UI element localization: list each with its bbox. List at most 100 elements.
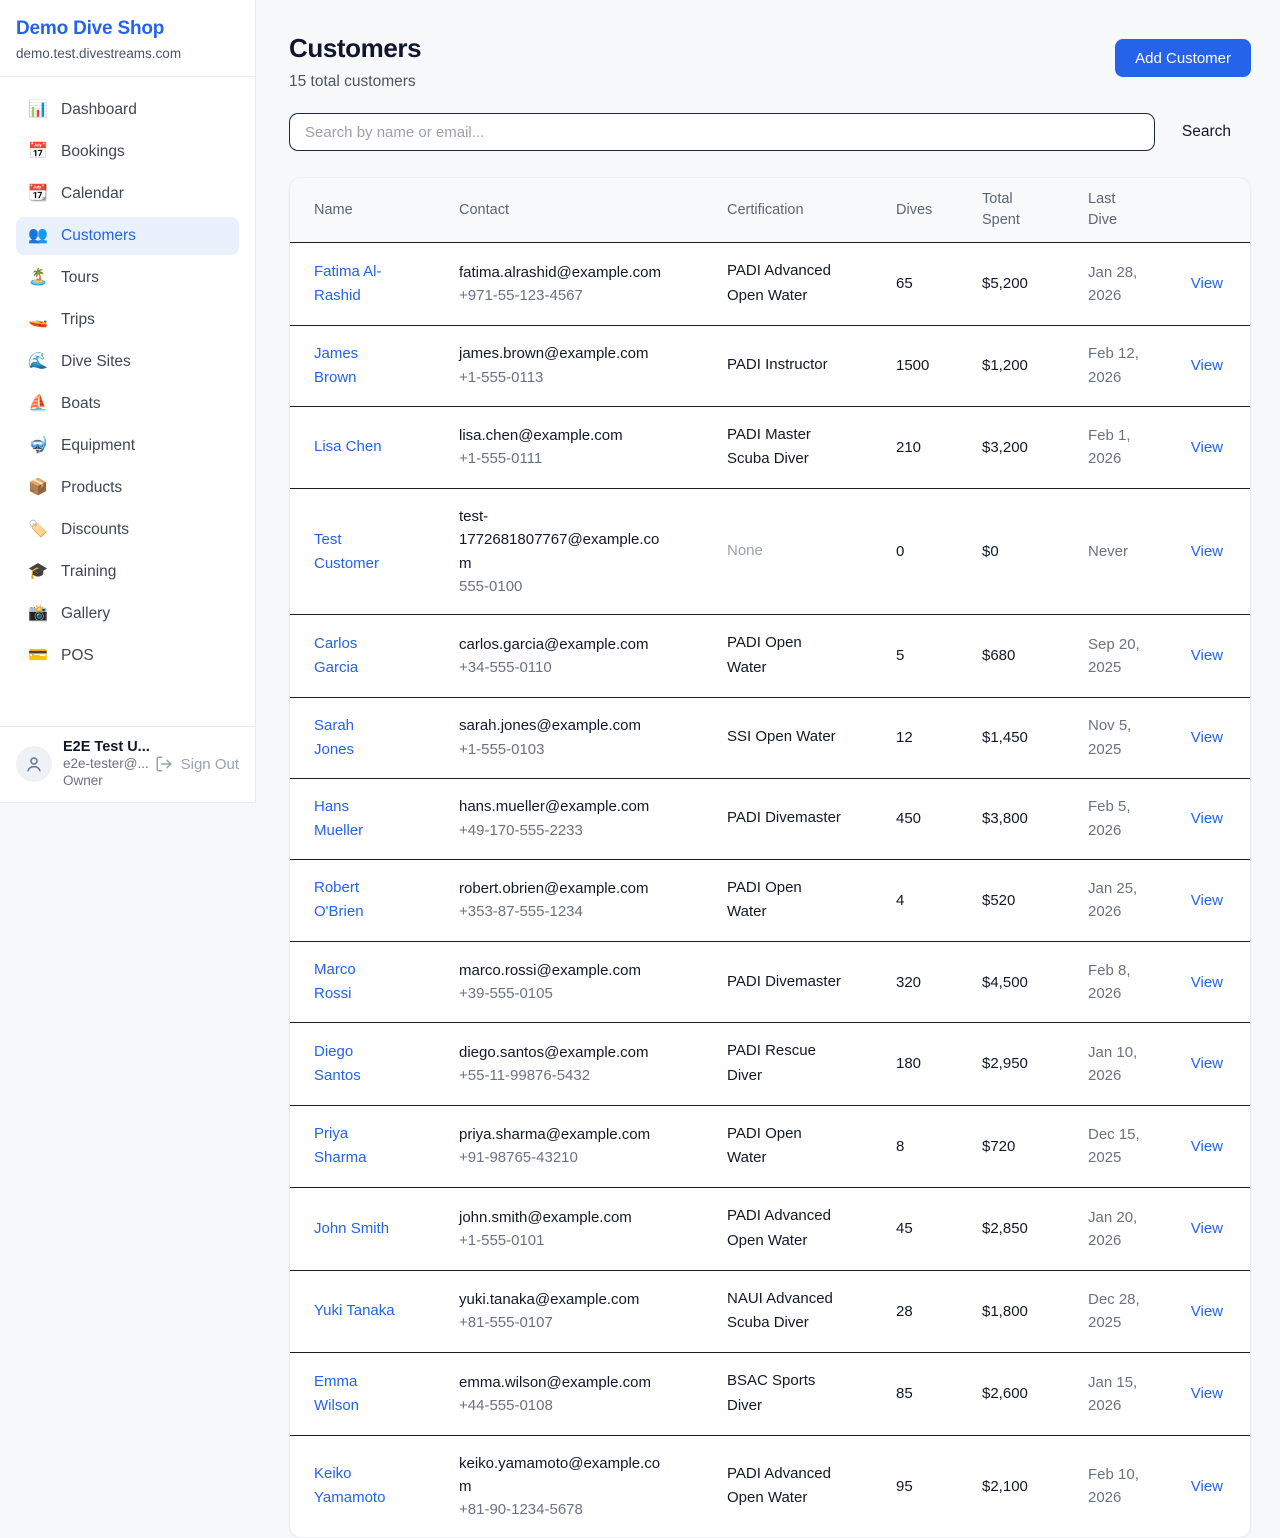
customer-dives: 28 [896, 1270, 982, 1353]
sidebar-item-label: Dive Sites [61, 353, 131, 371]
avatar [16, 746, 52, 782]
customer-email: lisa.chen@example.com [459, 424, 667, 447]
customer-certification: PADI Open Water [727, 1122, 843, 1172]
customer-email: keiko.yamamoto@example.com [459, 1452, 667, 1499]
customer-phone: +1-555-0111 [459, 447, 715, 470]
customer-name-link[interactable]: Lisa Chen [314, 435, 382, 459]
customer-name-link[interactable]: Sarah Jones [314, 714, 396, 762]
page-title: Customers [289, 33, 421, 64]
customer-name-link[interactable]: Keiko Yamamoto [314, 1462, 396, 1510]
view-customer-link[interactable]: View [1191, 1478, 1223, 1495]
users-icon: 👥 [28, 228, 48, 244]
view-customer-link[interactable]: View [1191, 275, 1223, 292]
page-title-block: Customers 15 total customers [289, 33, 421, 91]
customer-last-dive: Sep 20, 2025 [1088, 633, 1144, 680]
customer-email: marco.rossi@example.com [459, 959, 667, 982]
search-input[interactable] [289, 113, 1155, 151]
column-header [1181, 178, 1250, 243]
sidebar-item-label: Discounts [61, 521, 129, 539]
customer-name-link[interactable]: Carlos Garcia [314, 632, 396, 680]
sidebar-item-training[interactable]: 🎓 Training [16, 553, 239, 591]
sidebar-item-boats[interactable]: ⛵ Boats [16, 385, 239, 423]
user-icon [25, 755, 43, 773]
customer-name-link[interactable]: Yuki Tanaka [314, 1299, 395, 1323]
customer-row: Diego Santos diego.santos@example.com +5… [290, 1023, 1250, 1106]
view-customer-link[interactable]: View [1191, 1385, 1223, 1402]
customer-name-link[interactable]: James Brown [314, 342, 396, 390]
view-customer-link[interactable]: View [1191, 1303, 1223, 1320]
sidebar-item-calendar[interactable]: 📆 Calendar [16, 175, 239, 213]
sidebar-item-label: Boats [61, 395, 101, 413]
label-tag-icon: 🏷️ [28, 522, 48, 538]
customer-name-link[interactable]: Diego Santos [314, 1040, 396, 1088]
view-customer-link[interactable]: View [1191, 1138, 1223, 1155]
customer-phone: 555-0100 [459, 575, 715, 598]
sidebar-nav: 📊 Dashboard 📅 Bookings 📆 Calendar 👥 Cust… [0, 77, 255, 687]
customer-last-dive: Feb 12, 2026 [1088, 342, 1144, 389]
view-customer-link[interactable]: View [1191, 1055, 1223, 1072]
customer-name-link[interactable]: Test Customer [314, 528, 396, 576]
sidebar-item-trips[interactable]: 🚤 Trips [16, 301, 239, 339]
view-customer-link[interactable]: View [1191, 439, 1223, 456]
customer-name-link[interactable]: Priya Sharma [314, 1122, 396, 1170]
customer-name-link[interactable]: Hans Mueller [314, 795, 396, 843]
view-customer-link[interactable]: View [1191, 810, 1223, 827]
sidebar-item-label: Trips [61, 311, 95, 329]
sidebar-item-dashboard[interactable]: 📊 Dashboard [16, 91, 239, 129]
customer-name-link[interactable]: Emma Wilson [314, 1370, 396, 1418]
customer-count: 15 total customers [289, 73, 421, 91]
view-customer-link[interactable]: View [1191, 974, 1223, 991]
sidebar-item-customers[interactable]: 👥 Customers [16, 217, 239, 255]
customers-table: NameContactCertificationDivesTotal Spent… [290, 178, 1250, 1537]
view-customer-link[interactable]: View [1191, 892, 1223, 909]
view-customer-link[interactable]: View [1191, 647, 1223, 664]
add-customer-button[interactable]: Add Customer [1115, 39, 1251, 77]
customer-phone: +39-555-0105 [459, 982, 715, 1005]
customer-certification: PADI Divemaster [727, 806, 841, 831]
table-header-row: NameContactCertificationDivesTotal Spent… [290, 178, 1250, 243]
camera-flash-icon: 📸 [28, 606, 48, 622]
view-customer-link[interactable]: View [1191, 1220, 1223, 1237]
customer-total-spent: $520 [982, 859, 1088, 942]
customer-phone: +1-555-0113 [459, 366, 715, 389]
customer-certification: SSI Open Water [727, 725, 836, 750]
sidebar-item-dive-sites[interactable]: 🌊 Dive Sites [16, 343, 239, 381]
customer-total-spent: $3,200 [982, 406, 1088, 489]
customer-total-spent: $720 [982, 1105, 1088, 1188]
view-customer-link[interactable]: View [1191, 729, 1223, 746]
customer-dives: 210 [896, 406, 982, 489]
customer-dives: 8 [896, 1105, 982, 1188]
customer-last-dive: Jan 28, 2026 [1088, 261, 1144, 308]
user-role: Owner [63, 772, 144, 790]
customer-certification: PADI Advanced Open Water [727, 1462, 843, 1512]
customer-row: James Brown james.brown@example.com +1-5… [290, 325, 1250, 406]
brand-name[interactable]: Demo Dive Shop [16, 18, 239, 40]
sidebar-item-label: POS [61, 647, 94, 665]
customer-total-spent: $2,850 [982, 1188, 1088, 1271]
search-button[interactable]: Search [1155, 123, 1251, 141]
speedboat-icon: 🚤 [28, 312, 48, 328]
customer-name-link[interactable]: John Smith [314, 1217, 389, 1241]
customer-last-dive: Dec 15, 2025 [1088, 1123, 1144, 1170]
customer-name-link[interactable]: Robert O'Brien [314, 876, 396, 924]
view-customer-link[interactable]: View [1191, 543, 1223, 560]
customer-dives: 180 [896, 1023, 982, 1106]
sidebar-item-equipment[interactable]: 🤿 Equipment [16, 427, 239, 465]
customer-total-spent: $2,600 [982, 1353, 1088, 1436]
customer-name-link[interactable]: Marco Rossi [314, 958, 396, 1006]
customer-dives: 85 [896, 1353, 982, 1436]
customer-name-link[interactable]: Fatima Al-Rashid [314, 260, 396, 308]
customers-table-card: NameContactCertificationDivesTotal Spent… [289, 177, 1251, 1538]
sidebar-item-bookings[interactable]: 📅 Bookings [16, 133, 239, 171]
sidebar-item-gallery[interactable]: 📸 Gallery [16, 595, 239, 633]
sidebar-item-pos[interactable]: 💳 POS [16, 637, 239, 675]
sign-out-button[interactable]: Sign Out [155, 755, 239, 773]
sidebar-item-discounts[interactable]: 🏷️ Discounts [16, 511, 239, 549]
sidebar-item-tours[interactable]: 🏝️ Tours [16, 259, 239, 297]
customer-email: sarah.jones@example.com [459, 714, 667, 737]
sidebar-item-products[interactable]: 📦 Products [16, 469, 239, 507]
customer-email: yuki.tanaka@example.com [459, 1288, 667, 1311]
customer-phone: +81-90-1234-5678 [459, 1498, 715, 1521]
view-customer-link[interactable]: View [1191, 357, 1223, 374]
customer-dives: 45 [896, 1188, 982, 1271]
